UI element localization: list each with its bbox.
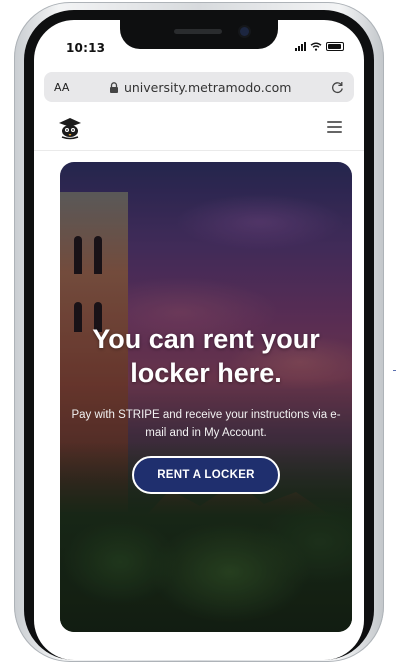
- status-time: 10:13: [66, 41, 106, 55]
- reload-icon[interactable]: [331, 81, 344, 94]
- rent-locker-button[interactable]: RENT A LOCKER: [132, 456, 280, 494]
- hero-card: You can rent your locker here. Pay with …: [60, 162, 352, 632]
- signal-icon: [295, 42, 306, 51]
- phone-screen: 10:13 AA university.metramodo.com You ca…: [34, 20, 364, 660]
- front-camera: [240, 27, 249, 36]
- site-header: [34, 106, 364, 151]
- url-text: university.metramodo.com: [123, 79, 292, 95]
- hero-subtitle: Pay with STRIPE and receive your instruc…: [71, 409, 341, 439]
- wifi-icon: [310, 42, 322, 51]
- hamburger-menu-icon[interactable]: [327, 121, 342, 133]
- lock-icon: [109, 81, 118, 93]
- speaker-grille: [174, 29, 222, 34]
- text-size-button[interactable]: AA: [54, 81, 69, 94]
- hero-title: You can rent your locker here.: [92, 324, 320, 388]
- mascot-logo-icon[interactable]: [56, 116, 84, 140]
- battery-icon: [326, 42, 344, 51]
- url-field[interactable]: university.metramodo.com: [109, 80, 291, 95]
- address-bar[interactable]: AA university.metramodo.com: [44, 72, 354, 102]
- notch: [120, 20, 278, 49]
- status-icons: [295, 42, 344, 51]
